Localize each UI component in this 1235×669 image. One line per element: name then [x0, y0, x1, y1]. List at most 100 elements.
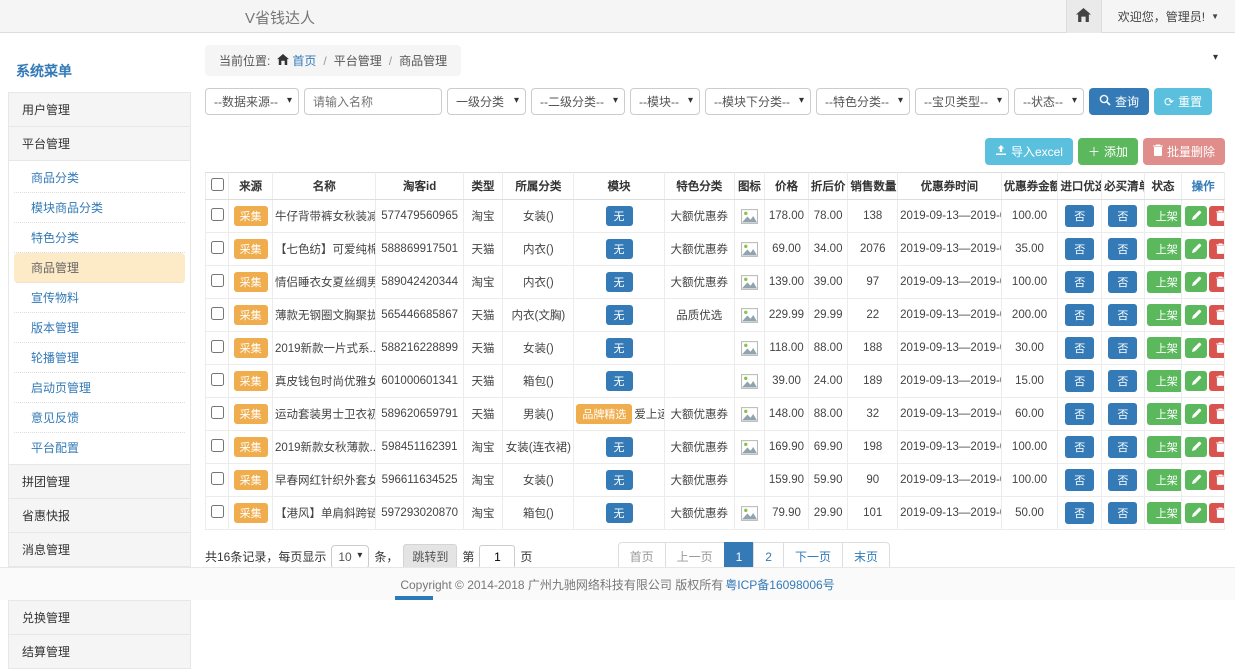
status-toggle[interactable]: 上架	[1147, 238, 1182, 260]
row-checkbox[interactable]	[211, 307, 224, 320]
sidebar-item-0[interactable]: 商品分类	[14, 163, 185, 193]
edit-button[interactable]	[1185, 404, 1207, 424]
row-checkbox[interactable]	[211, 208, 224, 221]
jump-to-button[interactable]: 跳转到	[403, 544, 457, 569]
delete-button[interactable]	[1209, 503, 1224, 523]
import-select-toggle[interactable]: 否	[1065, 370, 1094, 392]
must-buy-toggle[interactable]: 否	[1108, 436, 1137, 458]
sidebar-group-0[interactable]: 用户管理	[8, 92, 191, 126]
filter-select-status[interactable]: --状态--	[1014, 88, 1084, 115]
user-menu[interactable]: 欢迎您，管理员! ▼	[1102, 0, 1235, 33]
edit-button[interactable]	[1185, 371, 1207, 391]
home-button[interactable]	[1066, 0, 1102, 33]
sidebar-group-7[interactable]: 结算管理	[8, 634, 191, 668]
horizontal-scrollbar-thumb[interactable]	[395, 596, 433, 600]
status-toggle[interactable]: 上架	[1147, 502, 1182, 524]
edit-button[interactable]	[1185, 272, 1207, 292]
must-buy-toggle[interactable]: 否	[1108, 469, 1137, 491]
sidebar-group-2[interactable]: 拼团管理	[8, 464, 191, 498]
delete-button[interactable]	[1209, 404, 1224, 424]
edit-button[interactable]	[1185, 239, 1207, 259]
status-toggle[interactable]: 上架	[1147, 469, 1182, 491]
import-select-toggle[interactable]: 否	[1065, 403, 1094, 425]
sidebar-item-3[interactable]: 商品管理	[14, 253, 185, 283]
search-button[interactable]: 查询	[1089, 88, 1149, 115]
sidebar-item-9[interactable]: 平台配置	[14, 433, 185, 462]
must-buy-toggle[interactable]: 否	[1108, 370, 1137, 392]
jump-page-input[interactable]	[479, 545, 515, 569]
status-toggle[interactable]: 上架	[1147, 337, 1182, 359]
filter-select-data-source[interactable]: --数据来源--	[205, 88, 299, 115]
status-toggle[interactable]: 上架	[1147, 271, 1182, 293]
row-checkbox[interactable]	[211, 439, 224, 452]
name-search-input[interactable]	[304, 88, 442, 115]
import-select-toggle[interactable]: 否	[1065, 436, 1094, 458]
import-select-toggle[interactable]: 否	[1065, 337, 1094, 359]
delete-button[interactable]	[1209, 437, 1224, 457]
import-select-toggle[interactable]: 否	[1065, 205, 1094, 227]
import-select-toggle[interactable]: 否	[1065, 469, 1094, 491]
delete-button[interactable]	[1209, 272, 1224, 292]
sidebar-item-6[interactable]: 轮播管理	[14, 343, 185, 373]
sidebar-item-1[interactable]: 模块商品分类	[14, 193, 185, 223]
edit-button[interactable]	[1185, 503, 1207, 523]
sidebar-item-4[interactable]: 宣传物料	[14, 283, 185, 313]
must-buy-toggle[interactable]: 否	[1108, 271, 1137, 293]
must-buy-toggle[interactable]: 否	[1108, 502, 1137, 524]
row-checkbox[interactable]	[211, 340, 224, 353]
edit-button[interactable]	[1185, 437, 1207, 457]
delete-button[interactable]	[1209, 206, 1224, 226]
row-checkbox[interactable]	[211, 472, 224, 485]
import-excel-button[interactable]: 导入excel	[985, 138, 1073, 165]
edit-button[interactable]	[1185, 305, 1207, 325]
batch-delete-button[interactable]: 批量删除	[1143, 138, 1225, 165]
breadcrumb-home-link[interactable]: 首页	[277, 52, 316, 69]
filter-select-secondary-category[interactable]: --二级分类--	[531, 88, 625, 115]
edit-button[interactable]	[1185, 206, 1207, 226]
sidebar-group-4[interactable]: 消息管理	[8, 532, 191, 566]
import-select-toggle[interactable]: 否	[1065, 238, 1094, 260]
delete-button[interactable]	[1209, 470, 1224, 490]
edit-button[interactable]	[1185, 338, 1207, 358]
must-buy-toggle[interactable]: 否	[1108, 304, 1137, 326]
filter-select-module[interactable]: --模块--	[630, 88, 700, 115]
add-button[interactable]: ＋ 添加	[1078, 138, 1138, 165]
must-buy-toggle[interactable]: 否	[1108, 205, 1137, 227]
status-toggle[interactable]: 上架	[1147, 436, 1182, 458]
import-select-toggle[interactable]: 否	[1065, 304, 1094, 326]
sidebar-item-7[interactable]: 启动页管理	[14, 373, 185, 403]
must-buy-toggle[interactable]: 否	[1108, 238, 1137, 260]
select-all-checkbox[interactable]	[211, 178, 224, 191]
filter-select-primary-category[interactable]: 一级分类	[447, 88, 526, 115]
row-checkbox[interactable]	[211, 274, 224, 287]
sidebar-item-2[interactable]: 特色分类	[14, 223, 185, 253]
filter-select-module-subcategory[interactable]: --模块下分类--	[705, 88, 811, 115]
filter-select-item-type[interactable]: --宝贝类型--	[915, 88, 1009, 115]
delete-button[interactable]	[1209, 239, 1224, 259]
sidebar-group-3[interactable]: 省惠快报	[8, 498, 191, 532]
row-checkbox[interactable]	[211, 406, 224, 419]
row-checkbox[interactable]	[211, 505, 224, 518]
delete-button[interactable]	[1209, 371, 1224, 391]
status-toggle[interactable]: 上架	[1147, 304, 1182, 326]
status-toggle[interactable]: 上架	[1147, 403, 1182, 425]
import-select-toggle[interactable]: 否	[1065, 271, 1094, 293]
sidebar-group-1[interactable]: 平台管理	[8, 126, 191, 160]
delete-button[interactable]	[1209, 338, 1224, 358]
must-buy-toggle[interactable]: 否	[1108, 403, 1137, 425]
reset-button[interactable]: ⟳ 重置	[1154, 88, 1212, 115]
filter-select-special-category[interactable]: --特色分类--	[816, 88, 910, 115]
delete-button[interactable]	[1209, 305, 1224, 325]
row-checkbox[interactable]	[211, 241, 224, 254]
status-toggle[interactable]: 上架	[1147, 205, 1182, 227]
row-checkbox[interactable]	[211, 373, 224, 386]
sidebar-item-5[interactable]: 版本管理	[14, 313, 185, 343]
status-toggle[interactable]: 上架	[1147, 370, 1182, 392]
icp-link[interactable]: 粤ICP备16098006号	[725, 576, 834, 593]
per-page-select[interactable]: 10	[331, 545, 369, 569]
edit-button[interactable]	[1185, 470, 1207, 490]
must-buy-toggle[interactable]: 否	[1108, 337, 1137, 359]
sidebar-group-6[interactable]: 兑换管理	[8, 600, 191, 634]
sidebar-item-8[interactable]: 意见反馈	[14, 403, 185, 433]
import-select-toggle[interactable]: 否	[1065, 502, 1094, 524]
